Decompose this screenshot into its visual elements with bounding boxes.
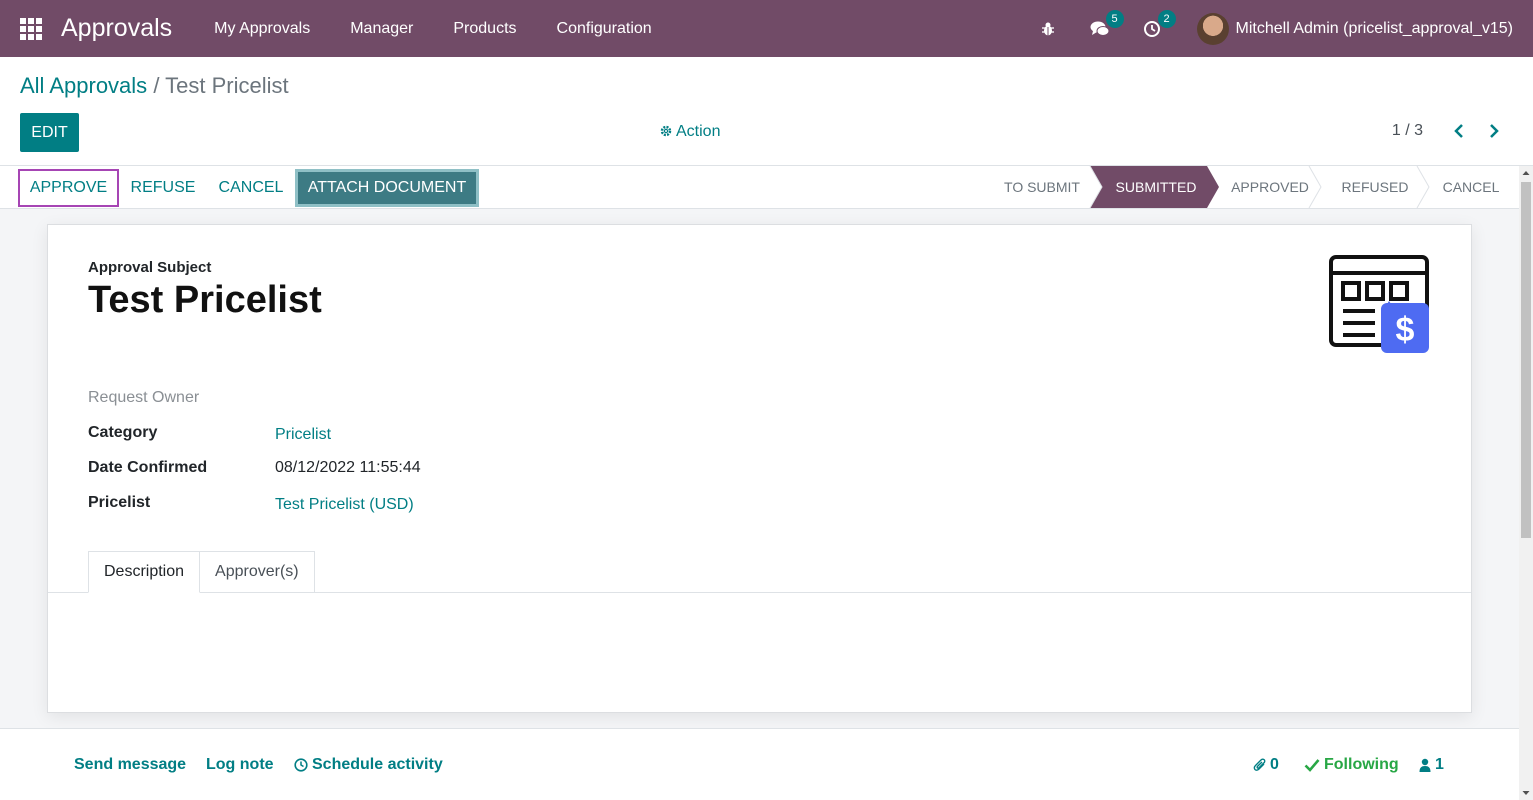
- pager-next-chevron-icon[interactable]: [1482, 119, 1506, 143]
- activities-badge: 2: [1157, 9, 1176, 28]
- user-avatar[interactable]: [1196, 12, 1229, 45]
- pager-value[interactable]: 1 / 3: [1392, 122, 1423, 140]
- approval-subject-title: Test Pricelist: [88, 279, 322, 321]
- chatter-topbar: Send message Log note Schedule activity …: [0, 728, 1519, 800]
- debug-bug-icon[interactable]: [1033, 14, 1063, 44]
- date-confirmed-label: Date Confirmed: [88, 459, 208, 476]
- activities-clock-icon[interactable]: 2: [1137, 9, 1176, 44]
- app-brand[interactable]: Approvals: [61, 14, 172, 43]
- followers-button[interactable]: 1: [1419, 756, 1444, 774]
- form-statusbar: APPROVE REFUSE CANCEL ATTACH DOCUMENT TO…: [0, 166, 1519, 209]
- systray: 5 2 Mitchell Admin (pricelist_approval_v…: [1033, 0, 1533, 57]
- request-owner-label: Request Owner: [88, 389, 200, 406]
- action-menu-button[interactable]: Action: [660, 123, 720, 141]
- send-message-button[interactable]: Send message: [74, 756, 186, 774]
- action-label: Action: [676, 123, 721, 140]
- scrollbar-thumb[interactable]: [1521, 182, 1531, 538]
- user-icon: [1419, 758, 1431, 772]
- stage-refused: REFUSED: [1341, 179, 1409, 195]
- category-value-link[interactable]: Pricelist: [275, 426, 331, 444]
- control-panel: All Approvals / Test Pricelist EDIT Acti…: [0, 57, 1533, 166]
- svg-text:$: $: [1396, 311, 1415, 349]
- user-menu[interactable]: Mitchell Admin (pricelist_approval_v15): [1236, 20, 1513, 38]
- stage-submitted: SUBMITTED: [1115, 179, 1197, 195]
- breadcrumb-all-approvals[interactable]: All Approvals: [20, 73, 147, 98]
- category-label: Category: [88, 424, 158, 441]
- check-icon: [1304, 758, 1320, 772]
- stage-to-submit: TO SUBMIT: [1004, 179, 1080, 195]
- schedule-activity-button[interactable]: Schedule activity: [294, 756, 443, 774]
- scroll-up-arrow-icon[interactable]: [1519, 166, 1533, 180]
- pager-previous-chevron-icon[interactable]: [1447, 119, 1471, 143]
- tab-description[interactable]: Description: [88, 551, 201, 593]
- messages-icon[interactable]: 5: [1085, 9, 1124, 44]
- attachments-button[interactable]: 0: [1253, 756, 1279, 774]
- form-sheet: Approval Subject Test Pricelist $ Reques…: [47, 224, 1472, 713]
- followers-count: 1: [1435, 756, 1444, 773]
- breadcrumb-separator: /: [153, 73, 160, 98]
- pricelist-label: Pricelist: [88, 494, 151, 511]
- approval-subject-label: Approval Subject: [88, 259, 212, 276]
- tab-approvers[interactable]: Approver(s): [200, 551, 315, 593]
- menu-configuration[interactable]: Configuration: [537, 20, 672, 38]
- clock-icon: [294, 758, 308, 772]
- gear-icon: [660, 125, 672, 140]
- log-note-button[interactable]: Log note: [206, 756, 274, 774]
- paperclip-icon: [1253, 757, 1267, 773]
- schedule-activity-label: Schedule activity: [312, 756, 443, 773]
- breadcrumb-current: Test Pricelist: [165, 73, 289, 98]
- stage-approved: APPROVED: [1231, 179, 1309, 195]
- following-button[interactable]: Following: [1304, 756, 1399, 774]
- top-navbar: Approvals My Approvals Manager Products …: [0, 0, 1533, 57]
- messages-badge: 5: [1105, 9, 1124, 28]
- notebook-tabs: Description Approver(s): [88, 551, 315, 593]
- pricelist-value-link[interactable]: Test Pricelist (USD): [275, 496, 414, 514]
- following-label: Following: [1324, 756, 1399, 773]
- menu-manager[interactable]: Manager: [330, 20, 433, 38]
- stage-cancel: CANCEL: [1442, 179, 1500, 195]
- menu-my-approvals[interactable]: My Approvals: [194, 20, 330, 38]
- edit-button[interactable]: EDIT: [20, 113, 79, 152]
- scroll-down-arrow-icon[interactable]: [1519, 786, 1533, 800]
- breadcrumb: All Approvals / Test Pricelist: [20, 73, 289, 99]
- app-menu-grid-icon[interactable]: [20, 17, 42, 40]
- attachments-count: 0: [1270, 756, 1279, 773]
- menu-products[interactable]: Products: [433, 20, 536, 38]
- pricelist-category-image-icon: $: [1329, 255, 1431, 355]
- date-confirmed-value: 08/12/2022 11:55:44: [275, 459, 421, 476]
